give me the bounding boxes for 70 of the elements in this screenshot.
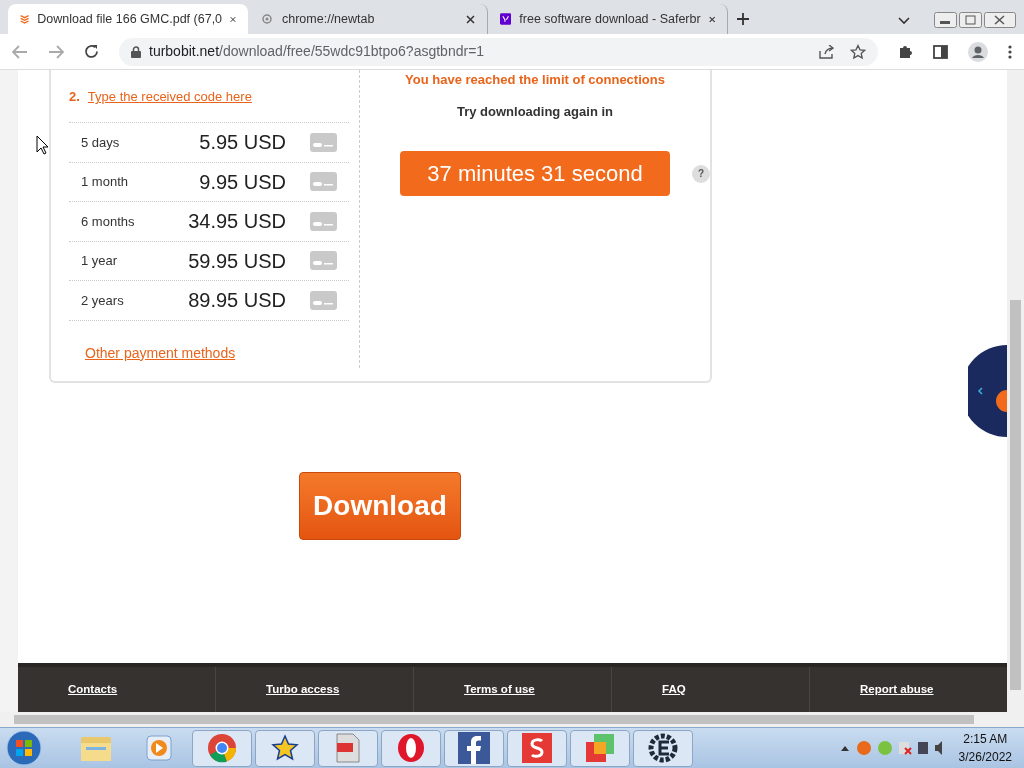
url-text: turbobit.net/download/free/55wdc91btpo6?asgtbndr=1 bbox=[149, 42, 485, 61]
plan-period: 6 months bbox=[81, 212, 136, 231]
plan-price: 89.95 USD bbox=[187, 288, 287, 314]
browser-tab[interactable]: chrome://newtab bbox=[248, 4, 488, 34]
tab-title: chrome://newtab bbox=[282, 10, 376, 28]
browser-tab[interactable]: Download file 166 GMC.pdf (67,0 bbox=[8, 4, 248, 34]
plan-period: 1 month bbox=[81, 173, 129, 191]
taskbar-button[interactable] bbox=[444, 729, 504, 767]
tray-apps-icon[interactable] bbox=[854, 739, 945, 757]
star-icon bbox=[271, 734, 299, 762]
address-field[interactable]: turbobit.net/download/free/55wdc91btpo6?asgtbndr=1 bbox=[119, 37, 878, 66]
credit-card-icon bbox=[310, 251, 337, 271]
tab-title: free software download - Saferbr bbox=[519, 10, 701, 28]
play-icon bbox=[145, 734, 173, 762]
taskbar-button[interactable] bbox=[255, 729, 315, 767]
footer-link[interactable]: Contacts bbox=[68, 680, 118, 699]
chevron-down-icon[interactable] bbox=[898, 17, 910, 25]
opera-icon bbox=[396, 733, 426, 763]
credit-card-icon bbox=[310, 132, 337, 152]
close-icon[interactable] bbox=[466, 14, 475, 24]
vertical-scrollbar[interactable] bbox=[1007, 70, 1024, 712]
profile-icon[interactable] bbox=[968, 41, 988, 62]
close-icon[interactable] bbox=[708, 14, 715, 24]
lock-icon bbox=[131, 45, 141, 58]
chrome-icon bbox=[207, 733, 237, 763]
credit-card-icon bbox=[310, 211, 337, 231]
plan-period: 2 years bbox=[81, 291, 125, 310]
horizontal-scrollbar[interactable] bbox=[0, 712, 1024, 727]
window-controls-icon[interactable] bbox=[934, 12, 1016, 30]
menu-icon[interactable] bbox=[1008, 44, 1012, 59]
reload-icon[interactable] bbox=[84, 44, 99, 59]
countdown-timer: 37 minutes 31 second bbox=[400, 151, 670, 196]
tray-expand-icon[interactable] bbox=[840, 745, 849, 751]
layers-icon bbox=[20, 12, 30, 26]
taskbar-button[interactable] bbox=[633, 729, 693, 767]
footer-link[interactable]: Report abuse bbox=[860, 680, 934, 699]
credit-card-icon bbox=[310, 290, 337, 310]
overlapping-squares-icon bbox=[584, 732, 616, 764]
tab-title: Download file 166 GMC.pdf (67,0 bbox=[37, 10, 223, 28]
cursor-icon bbox=[36, 135, 49, 155]
yahoo-icon bbox=[500, 11, 512, 27]
puzzle-icon[interactable] bbox=[898, 44, 913, 59]
plan-period: 5 days bbox=[81, 133, 121, 152]
footer-link[interactable]: Terms of use bbox=[464, 680, 535, 699]
chat-widget-icon[interactable] bbox=[968, 344, 1007, 438]
plan-price: 34.95 USD bbox=[187, 209, 287, 235]
clock-time: 2:15 AM bbox=[963, 731, 1008, 748]
pdf-file-icon bbox=[333, 732, 363, 764]
limit-message: You have reached the limit of connections bbox=[405, 71, 665, 89]
share-icon[interactable] bbox=[819, 44, 834, 59]
star-icon[interactable] bbox=[850, 43, 866, 60]
clock-date: 3/26/2022 bbox=[958, 749, 1012, 766]
plan-period: 1 year bbox=[81, 252, 119, 270]
facebook-icon bbox=[458, 732, 490, 764]
plan-price: 5.95 USD bbox=[198, 130, 287, 156]
plan-price: 59.95 USD bbox=[187, 248, 287, 274]
retry-label: Try downloading again in bbox=[457, 102, 613, 121]
side-panel-icon[interactable] bbox=[933, 44, 948, 59]
help-icon[interactable]: ? bbox=[692, 164, 710, 183]
browser-tab[interactable]: free software download - Saferbr bbox=[488, 4, 728, 34]
new-tab-icon[interactable] bbox=[736, 12, 750, 26]
close-icon[interactable] bbox=[230, 14, 236, 24]
footer-link[interactable]: Turbo access bbox=[266, 680, 340, 699]
start-button-icon[interactable] bbox=[4, 729, 44, 767]
footer-link[interactable]: FAQ bbox=[662, 680, 686, 699]
credit-card-icon bbox=[310, 172, 337, 192]
plan-price: 9.95 USD bbox=[198, 169, 287, 195]
gear-e-icon bbox=[647, 732, 679, 764]
s-app-icon bbox=[522, 733, 552, 763]
step-number: 2. bbox=[69, 88, 80, 107]
